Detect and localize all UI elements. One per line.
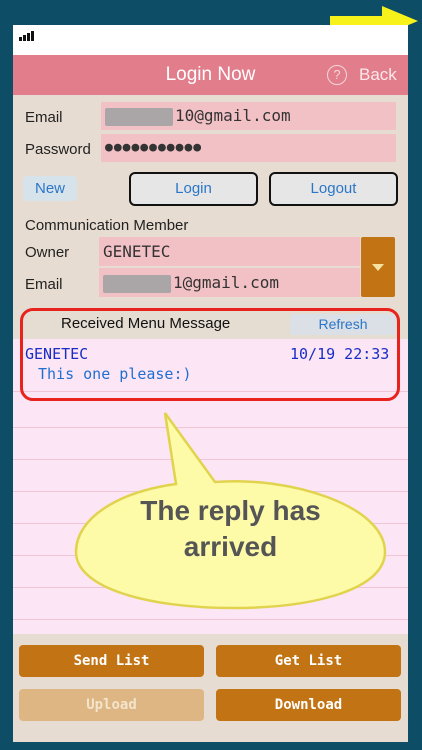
back-button[interactable]: Back [359, 55, 397, 95]
redacted-mask [103, 274, 171, 293]
bottom-toolbar: Send List Get List Upload Download [13, 634, 408, 742]
redacted-mask [105, 107, 173, 126]
new-button[interactable]: New [23, 176, 77, 201]
chevron-down-icon [372, 264, 384, 271]
list-divider [13, 619, 408, 620]
status-bar [13, 25, 408, 55]
logout-button[interactable]: Logout [269, 172, 398, 206]
member-email-field[interactable]: 1@gmail.com [99, 268, 360, 297]
email-field[interactable]: 10@gmail.com [101, 102, 396, 130]
callout-text: The reply has arrived [73, 493, 388, 565]
app-screen: Login Now ? Back Email 10@gmail.com Pass… [13, 25, 408, 742]
password-label: Password [25, 141, 91, 158]
communication-member-label: Communication Member [25, 217, 189, 234]
owner-field[interactable]: GENETEC [99, 237, 360, 266]
member-dropdown-button[interactable] [361, 237, 395, 297]
member-email-value: 1@gmail.com [173, 273, 279, 292]
callout-line-2: arrived [183, 531, 278, 562]
callout-line-1: The reply has [140, 495, 321, 526]
email-label: Email [25, 109, 63, 126]
page-title: Login Now [165, 64, 256, 85]
get-list-button[interactable]: Get List [216, 645, 401, 677]
member-email-label: Email [25, 276, 63, 293]
password-field[interactable]: ●●●●●●●●●●● [101, 134, 396, 162]
email-field-value: 10@gmail.com [175, 106, 291, 125]
highlight-frame [20, 308, 400, 401]
nav-bar: Login Now ? Back [13, 55, 408, 95]
owner-label: Owner [25, 244, 70, 261]
help-icon[interactable]: ? [327, 65, 347, 85]
upload-button[interactable]: Upload [19, 689, 204, 721]
login-button[interactable]: Login [129, 172, 258, 206]
send-list-button[interactable]: Send List [19, 645, 204, 677]
download-button[interactable]: Download [216, 689, 401, 721]
